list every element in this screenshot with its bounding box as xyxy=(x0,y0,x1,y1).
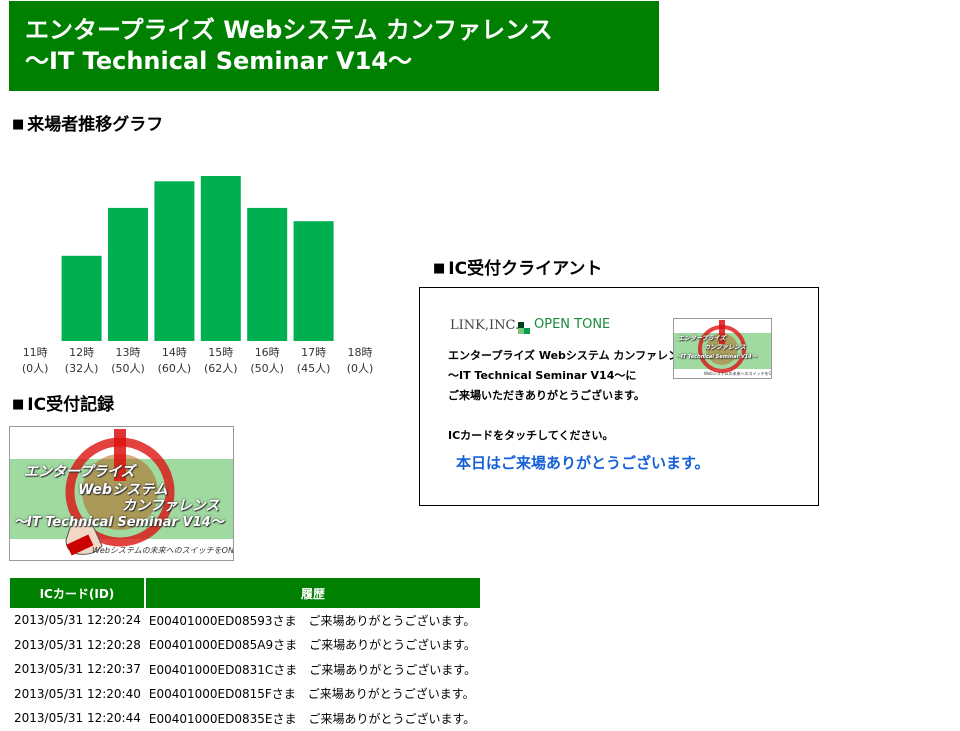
banner-title-line2: ～IT Technical Seminar V14～ xyxy=(25,47,412,75)
x-tick-label: 13時 xyxy=(116,346,141,359)
row-history: E00401000ED08593さま ご来場ありがとうございます。 xyxy=(148,613,476,628)
x-tick-label: 18時 xyxy=(348,346,373,359)
x-tick-label: 14時 xyxy=(162,346,187,359)
open-tone-logo: OPEN TONE xyxy=(534,317,611,332)
row-timestamp: 2013/05/31 12:20:37 xyxy=(14,662,141,677)
bar-value-label: (62人) xyxy=(204,362,238,375)
logo-tagline: Webシステムの未来へのスイッチをON xyxy=(92,546,234,555)
chart-section-title: 来場者推移グラフ xyxy=(27,115,164,135)
row-history: E00401000ED0831Cさま ご来場ありがとうございます。 xyxy=(148,662,477,677)
row-history: E00401000ED085A9さま ご来場ありがとうございます。 xyxy=(148,638,476,653)
record-section-title: IC受付記録 xyxy=(27,395,115,415)
row-history: E00401000ED0835Eさま ご来場ありがとうございます。 xyxy=(148,711,476,726)
bar-15時 xyxy=(200,176,241,341)
table-row: 2013/05/31 12:20:24 E00401000ED08593さま ご… xyxy=(10,608,480,633)
table-row: 2013/05/31 12:20:44 E00401000ED0835Eさま ご… xyxy=(10,706,480,731)
bar-value-label: (45人) xyxy=(297,362,331,375)
welcome-line1: エンタープライズ Webシステム カンファレンス xyxy=(448,349,690,362)
bar-value-label: (50人) xyxy=(250,362,284,375)
logo-text-line4: ～IT Technical Seminar V14～ xyxy=(676,354,757,360)
logo-text-line1: エンタープライズ xyxy=(24,464,135,480)
column-header-history: 履歴 xyxy=(143,578,481,608)
client-section-title: IC受付クライアント xyxy=(448,259,603,279)
logo-text-line4: ～IT Technical Seminar V14～ xyxy=(14,515,224,530)
conference-banner: エンタープライズ Webシステム カンファレンス ～IT Technical S… xyxy=(9,1,659,91)
x-tick-label: 11時 xyxy=(23,346,48,359)
x-tick-label: 15時 xyxy=(208,346,233,359)
logo-tagline: Webシステムの未来へのスイッチをON xyxy=(704,371,772,376)
square-bullet-icon: ■ xyxy=(12,397,25,412)
bar-value-label: (0人) xyxy=(347,362,374,375)
table-row: 2013/05/31 12:20:37 E00401000ED0831Cさま ご… xyxy=(10,657,480,682)
table-row: 2013/05/31 12:20:28 E00401000ED085A9さま ご… xyxy=(10,633,480,658)
x-tick-label: 16時 xyxy=(255,346,280,359)
x-tick-label: 17時 xyxy=(301,346,326,359)
welcome-line3: ご来場いただきありがとうございます。 xyxy=(448,389,645,402)
status-message: 本日はご来場ありがとうございます。 xyxy=(456,454,710,472)
conference-logo: エンタープライズ Webシステム カンファレンス ～IT Technical S… xyxy=(9,426,234,561)
row-history: E00401000ED0815Fさま ご来場ありがとうございます。 xyxy=(148,687,475,702)
welcome-line2: ～IT Technical Seminar V14～に xyxy=(448,369,637,382)
bar-16時 xyxy=(247,207,288,341)
banner-title-line1: エンタープライズ Webシステム カンファレンス xyxy=(25,16,553,44)
conference-logo-small: エンタープライズ カンファレンス ～IT Technical Seminar V… xyxy=(673,318,772,379)
bar-value-label: (32人) xyxy=(65,362,99,375)
row-timestamp: 2013/05/31 12:20:44 xyxy=(14,711,141,726)
square-bullet-icon: ■ xyxy=(12,117,25,132)
row-timestamp: 2013/05/31 12:20:24 xyxy=(14,613,141,628)
bar-value-label: (0人) xyxy=(22,362,49,375)
bar-13時 xyxy=(108,207,148,341)
open-tone-mark-icon xyxy=(518,319,530,338)
bar-12時 xyxy=(61,255,102,341)
link-inc-logo: LINK,INC. xyxy=(450,318,520,333)
client-section-heading: ■ IC受付クライアント xyxy=(433,254,602,279)
chart-section-heading: ■ 来場者推移グラフ xyxy=(12,110,163,135)
row-timestamp: 2013/05/31 12:20:40 xyxy=(14,686,141,701)
bar-value-label: (60人) xyxy=(158,362,192,375)
column-header-ic-card: ICカード(ID) xyxy=(10,578,145,608)
touch-instruction: ICカードをタッチしてください。 xyxy=(448,429,614,442)
table-row: 2013/05/31 12:20:40 E00401000ED0815Fさま ご… xyxy=(10,682,480,707)
square-bullet-icon: ■ xyxy=(433,261,446,276)
bar-value-label: (50人) xyxy=(111,362,145,375)
x-tick-label: 12時 xyxy=(69,346,94,359)
ic-log-table: ICカード(ID) 履歴 2013/05/31 12:20:24 E004010… xyxy=(10,578,481,731)
bar-17時 xyxy=(293,221,334,341)
logo-text-line3: カンファレンス xyxy=(704,344,746,351)
visitor-bar-chart: 11時 (0人) 12時 (32人) 13時 (50人) 14時 (60人) 15時 (62人) 1… xyxy=(22,176,374,375)
record-section-heading: ■ IC受付記録 xyxy=(12,390,114,415)
bar-14時 xyxy=(154,181,195,341)
logo-text-line1: エンタープライズ xyxy=(678,335,726,342)
table-header-row: ICカード(ID) 履歴 xyxy=(10,578,481,608)
row-timestamp: 2013/05/31 12:20:28 xyxy=(14,637,141,652)
